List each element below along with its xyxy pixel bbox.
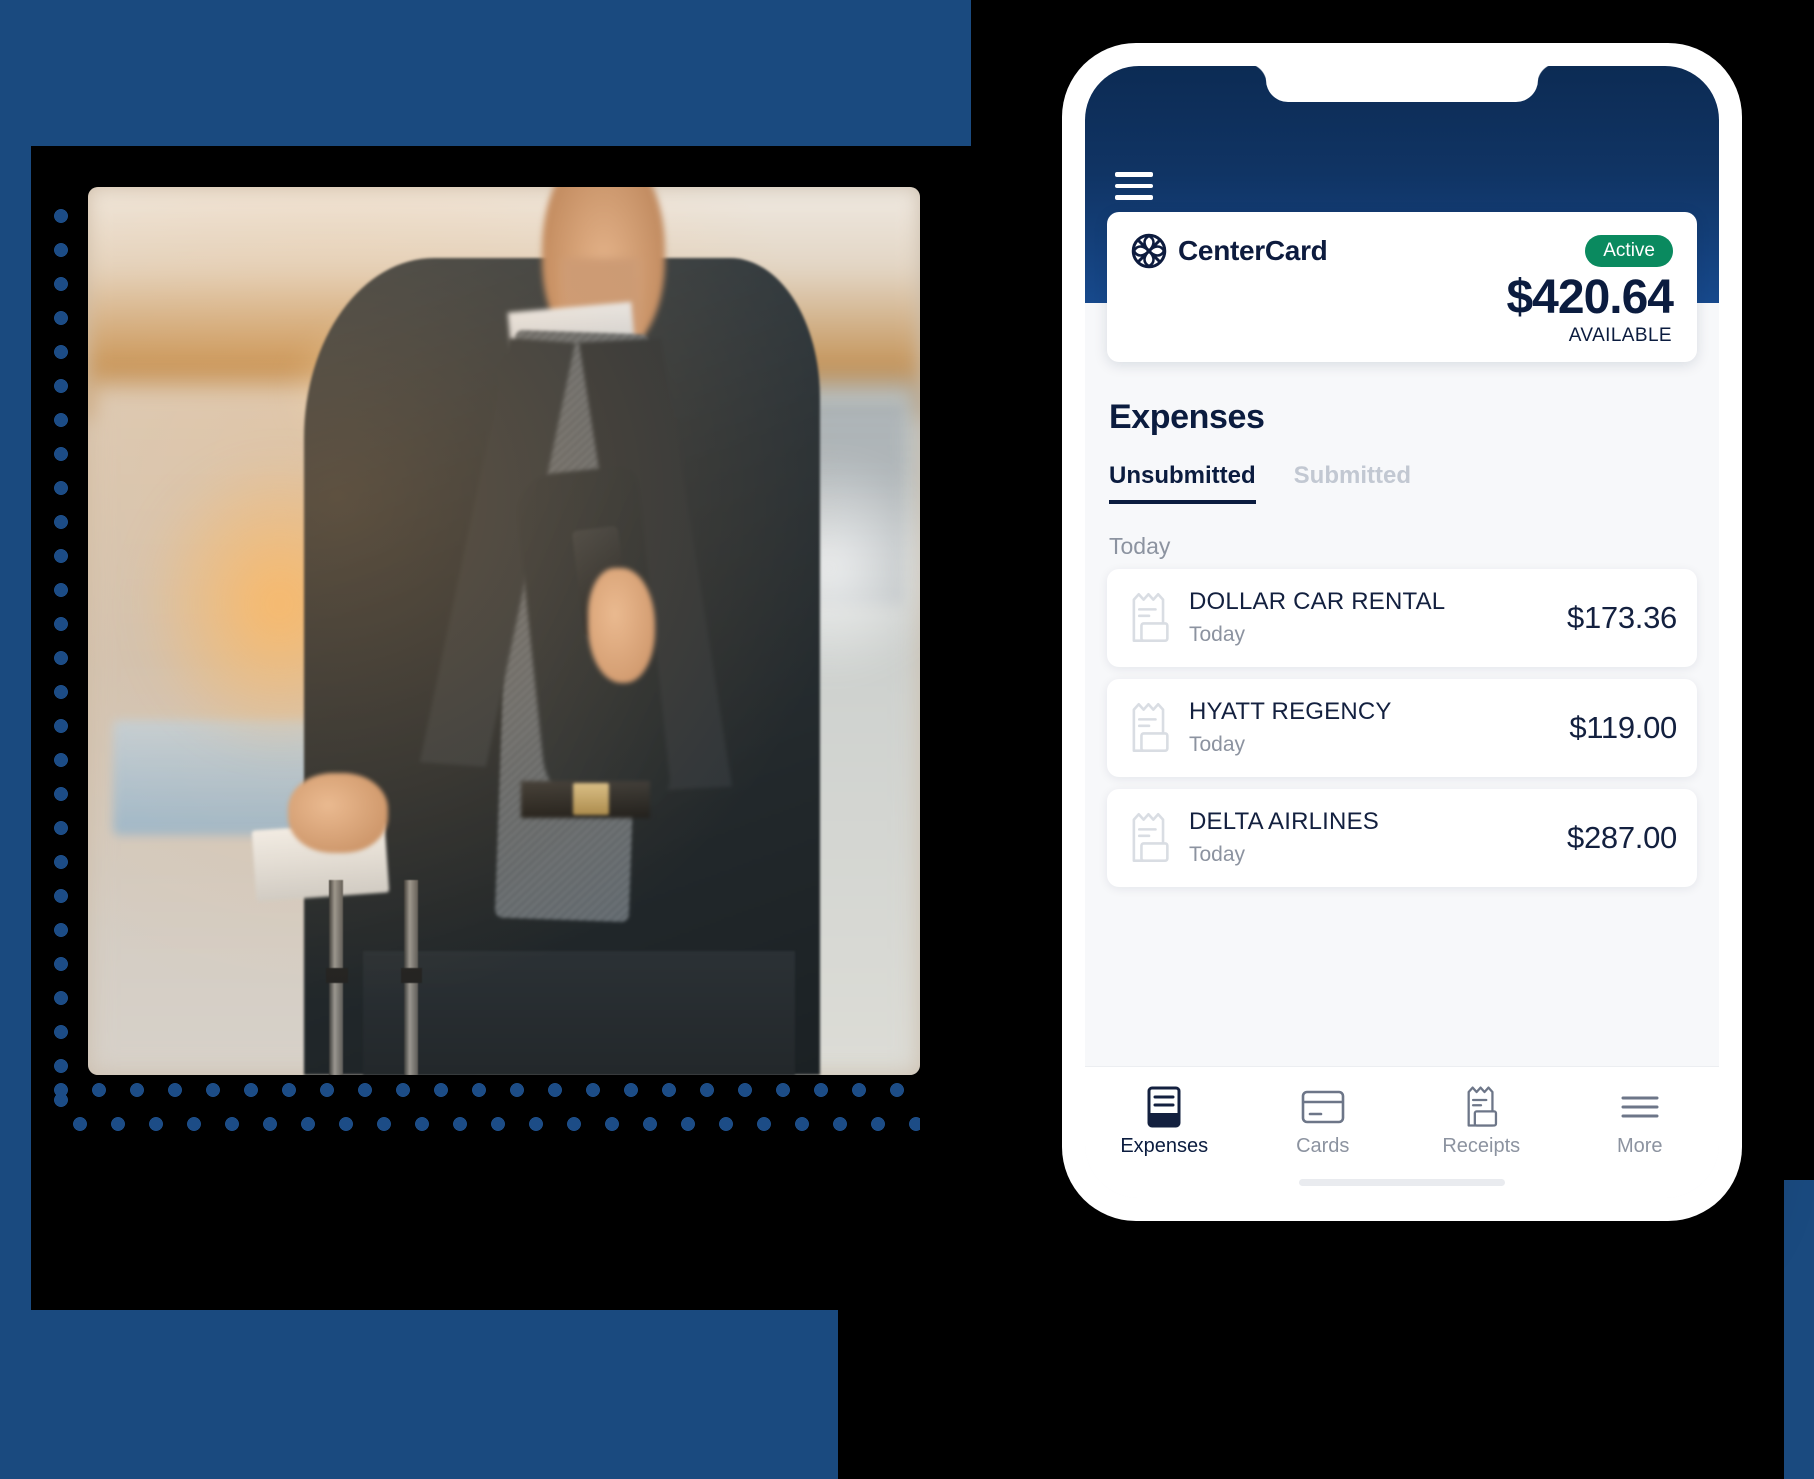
phone-mockup: CenterCard Active $420.64 AVAILABLE Expe… (1062, 43, 1742, 1221)
expense-group-label: Today (1109, 533, 1171, 559)
phone-screen: CenterCard Active $420.64 AVAILABLE Expe… (1085, 66, 1719, 1198)
tab-unsubmitted[interactable]: Unsubmitted (1109, 462, 1256, 504)
page-root: CenterCard Active $420.64 AVAILABLE Expe… (0, 0, 1814, 1479)
phone-notch (1246, 66, 1558, 102)
expense-merchant: DELTA AIRLINES (1189, 808, 1379, 836)
receipt-icon (1402, 1085, 1561, 1129)
home-indicator (1299, 1179, 1505, 1186)
balance-card-header: CenterCard Active (1107, 212, 1697, 269)
expense-list-item[interactable]: DELTA AIRLINES Today $287.00 (1107, 789, 1697, 887)
available-caption: AVAILABLE (1568, 324, 1672, 346)
hero-photo (88, 187, 920, 1075)
tab-label: More (1616, 1135, 1663, 1157)
expenses-document-icon (1085, 1085, 1244, 1129)
tab-expenses[interactable]: Expenses (1085, 1085, 1244, 1158)
receipt-icon (1132, 592, 1169, 642)
brand-name: CenterCard (1178, 235, 1328, 266)
tab-cards[interactable]: Cards (1244, 1085, 1403, 1158)
expense-merchant: HYATT REGENCY (1189, 698, 1392, 726)
photo-scene (88, 187, 920, 1075)
available-amount: $420.64 (1506, 271, 1674, 324)
tab-label: Expenses (1120, 1135, 1209, 1157)
tab-receipts[interactable]: Receipts (1402, 1085, 1561, 1158)
background-blue-right-strip (1784, 1180, 1814, 1479)
background-blue-left (0, 146, 31, 1310)
credit-card-icon (1244, 1085, 1403, 1129)
expense-tabs: Unsubmitted Submitted (1109, 462, 1411, 504)
tab-label: Cards (1296, 1135, 1350, 1157)
expense-amount: $119.00 (1569, 710, 1677, 745)
receipt-icon (1132, 702, 1169, 752)
background-blue-bottom (0, 1310, 838, 1479)
tab-label: Receipts (1442, 1135, 1521, 1157)
dot-pattern-bottom (50, 1079, 920, 1154)
expense-date: Today (1189, 622, 1246, 646)
expense-merchant: DOLLAR CAR RENTAL (1189, 588, 1446, 616)
expense-amount: $173.36 (1567, 600, 1677, 635)
expense-date: Today (1189, 732, 1246, 756)
more-menu-icon (1561, 1085, 1720, 1129)
expense-amount: $287.00 (1567, 820, 1677, 855)
receipt-icon (1132, 812, 1169, 862)
balance-card[interactable]: CenterCard Active $420.64 AVAILABLE (1107, 212, 1697, 362)
expense-date: Today (1189, 842, 1246, 866)
background-blue-top (0, 0, 971, 146)
expense-details: DOLLAR CAR RENTAL Today (1189, 588, 1567, 646)
centercard-logo-icon (1131, 233, 1167, 269)
expense-list-item[interactable]: DOLLAR CAR RENTAL Today $173.36 (1107, 569, 1697, 667)
hamburger-menu-icon[interactable] (1115, 172, 1153, 200)
expense-details: HYATT REGENCY Today (1189, 698, 1569, 756)
page-title: Expenses (1109, 398, 1265, 436)
photo-warm-vignette (88, 187, 920, 1075)
expense-list-item[interactable]: HYATT REGENCY Today $119.00 (1107, 679, 1697, 777)
expense-list: DOLLAR CAR RENTAL Today $173.36 HYATT RE… (1107, 569, 1697, 899)
expense-details: DELTA AIRLINES Today (1189, 808, 1567, 866)
tab-more[interactable]: More (1561, 1085, 1720, 1158)
tab-submitted[interactable]: Submitted (1294, 462, 1411, 504)
status-badge: Active (1585, 235, 1673, 267)
